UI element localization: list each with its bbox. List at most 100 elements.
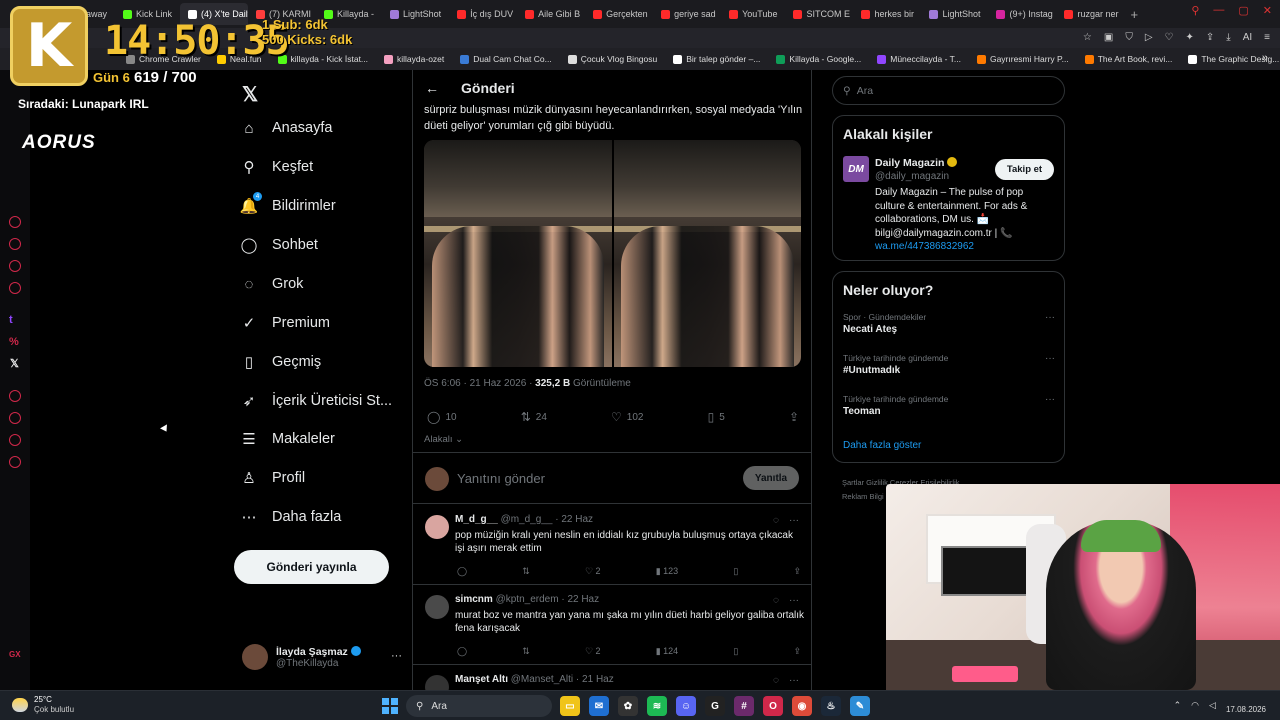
nav-item-search[interactable]: ⚲ Keşfet xyxy=(240,158,314,176)
show-more-link[interactable]: Daha fazla göster xyxy=(843,440,921,451)
close-icon[interactable]: ✕ xyxy=(1263,4,1272,17)
bookmark-icon[interactable]: ▯ xyxy=(733,566,738,577)
reply-author[interactable]: Manşet Altı xyxy=(455,674,508,685)
more-icon[interactable]: ··· xyxy=(1045,353,1055,364)
avatar[interactable]: DM xyxy=(843,156,869,182)
heart-icon[interactable]: ♡ xyxy=(1165,32,1174,43)
x-sidebar-icon[interactable]: 𝕏 xyxy=(10,357,19,370)
github-icon[interactable]: G xyxy=(705,696,725,716)
more-icon[interactable]: ··· xyxy=(789,595,799,606)
more-icon[interactable]: ··· xyxy=(789,515,799,526)
wifi-icon[interactable]: ◠ xyxy=(1191,700,1199,711)
reply-author[interactable]: simcnm xyxy=(455,594,493,605)
grok-icon[interactable]: ◌ xyxy=(773,675,779,686)
browser-tab[interactable]: İç dış DUV xyxy=(449,3,517,25)
search-tabs-icon[interactable]: ⚲ xyxy=(1191,4,1199,17)
bookmark-item[interactable]: Bir talep gönder –... xyxy=(667,54,766,64)
gx-icon[interactable]: GX xyxy=(9,650,21,659)
sort-dropdown[interactable]: Alakalı ⌄ xyxy=(424,434,463,445)
back-arrow-icon[interactable]: ← xyxy=(425,80,439,96)
clock-icon[interactable] xyxy=(9,412,21,424)
reply-tweet[interactable]: M_d_g__ @m_d_g__ · 22 Haz ◌ ··· pop müziğin… xyxy=(413,505,811,585)
nav-item-bookmark[interactable]: ▯ Geçmiş xyxy=(240,353,321,371)
bookmark-item[interactable]: Killayda - Google... xyxy=(770,54,867,64)
share-icon[interactable]: ⇪ xyxy=(793,646,801,657)
repost-icon[interactable]: ⇅ xyxy=(522,646,530,657)
chatgpt-icon[interactable]: ✿ xyxy=(618,696,638,716)
reply-input[interactable]: Yanıtını gönder xyxy=(457,471,545,486)
spotify-icon[interactable]: ≋ xyxy=(647,696,667,716)
tweet-photo-1[interactable] xyxy=(424,140,612,367)
messenger-icon[interactable] xyxy=(9,216,21,228)
slack-icon[interactable]: # xyxy=(734,696,754,716)
browser-tab[interactable]: Aile Gibi B xyxy=(517,3,585,25)
browser-tab[interactable]: ruzgar ner xyxy=(1056,3,1124,25)
share-icon[interactable]: ⇪ xyxy=(1206,32,1214,43)
browser-tab[interactable]: LightShot xyxy=(382,3,449,25)
like-action[interactable]: ♡ 102 xyxy=(611,410,643,424)
reply-tweet[interactable]: Manşet Altı @Manset_Alti · 21 Haz◌···◯⇅ … xyxy=(413,665,811,690)
post-button[interactable]: Gönderi yayınla xyxy=(234,550,389,584)
trend-item[interactable]: Türkiye tarihinde gündemde #Unutmadık ··· xyxy=(843,353,1055,376)
discord-icon[interactable]: ☺ xyxy=(676,696,696,716)
avatar[interactable] xyxy=(425,595,449,619)
chrome-icon[interactable]: ◉ xyxy=(792,696,812,716)
nav-item-bell[interactable]: 🔔 4 Bildirimler xyxy=(240,192,336,215)
taskbar-clock[interactable]: 17.08.2026 xyxy=(1226,695,1266,715)
views-icon[interactable]: ▮ 124 xyxy=(656,646,678,657)
menu-icon[interactable]: ≡ xyxy=(1264,32,1270,43)
bookmark-item[interactable]: Gayrıresmi Harry P... xyxy=(971,54,1075,64)
play-icon[interactable]: ▷ xyxy=(1145,32,1153,43)
bookmark-item[interactable]: Müneccilayda - T... xyxy=(871,54,967,64)
browser-tab[interactable]: (9+) Instag xyxy=(988,3,1056,25)
follow-button[interactable]: Takip et xyxy=(995,159,1054,180)
percent-icon[interactable]: % xyxy=(9,336,19,348)
reply-action[interactable]: ◯ 10 xyxy=(427,410,457,424)
bookmark-item[interactable]: Çocuk Vlog Bingosu xyxy=(562,54,664,64)
browser-tab[interactable]: LightShot xyxy=(921,3,988,25)
nav-item-premium[interactable]: ✓ Premium xyxy=(240,314,330,332)
nav-item-home[interactable]: ⌂ Anasayfa xyxy=(240,119,332,137)
bookmark-item[interactable]: Dual Cam Chat Co... xyxy=(454,54,557,64)
bookmark-item[interactable]: The Art Book, revi... xyxy=(1079,54,1179,64)
browser-tab[interactable]: SITCOM E xyxy=(785,3,853,25)
chat-bubble-icon[interactable] xyxy=(9,434,21,446)
repost-action[interactable]: ⇅ 24 xyxy=(521,410,547,424)
download-icon[interactable]: ⤓ xyxy=(1226,32,1230,43)
instagram-icon[interactable] xyxy=(9,260,21,272)
tweet-photo-2[interactable] xyxy=(613,140,801,367)
extensions-icon[interactable]: ✦ xyxy=(1186,32,1194,43)
more-icon[interactable]: ··· xyxy=(391,650,402,662)
taskbar-search[interactable]: ⚲ Ara xyxy=(406,695,552,717)
grok-icon[interactable]: ◌ xyxy=(773,595,779,606)
share-icon[interactable]: ⇪ xyxy=(793,566,801,577)
bookmark-item[interactable]: killayda-ozet xyxy=(378,54,450,64)
nav-item-chat[interactable]: ◯ Sohbet xyxy=(240,236,318,254)
heart-icon[interactable]: ♡ 2 xyxy=(585,566,601,577)
file-explorer-icon[interactable]: ▭ xyxy=(560,696,580,716)
ai-icon[interactable]: AI xyxy=(1243,32,1252,43)
trend-item[interactable]: Spor · Gündemdekiler Necati Ateş ··· xyxy=(843,312,1055,335)
trend-item[interactable]: Türkiye tarihinde gündemde Teoman ··· xyxy=(843,394,1055,417)
browser-tab[interactable]: Gerçekten xyxy=(585,3,653,25)
history-icon[interactable] xyxy=(9,390,21,402)
reply-date[interactable]: 22 Haz xyxy=(561,514,593,525)
notepad-icon[interactable]: ✎ xyxy=(850,696,870,716)
reply-icon[interactable]: ◯ xyxy=(457,566,467,577)
account-switcher[interactable]: İlayda Şaşmaz @TheKillayda ··· xyxy=(242,644,402,670)
search-input[interactable]: ⚲ Ara xyxy=(832,76,1065,105)
reply-button[interactable]: Yanıtla xyxy=(743,466,799,490)
minimize-icon[interactable]: — xyxy=(1213,4,1224,17)
x-logo-icon[interactable]: 𝕏 xyxy=(242,82,258,107)
volume-icon[interactable]: ◁ xyxy=(1209,700,1216,711)
nav-item-grok[interactable]: ◌ Grok xyxy=(240,275,304,293)
grok-icon[interactable]: ◌ xyxy=(773,515,779,526)
reply-author[interactable]: M_d_g__ xyxy=(455,514,498,525)
screenshot-icon[interactable]: ▣ xyxy=(1104,32,1113,43)
repost-icon[interactable]: ⇅ xyxy=(522,566,530,577)
share-action[interactable]: ⇪ xyxy=(789,410,799,424)
bookmarks-overflow-icon[interactable]: » xyxy=(1262,52,1268,64)
start-button[interactable] xyxy=(382,698,398,714)
person-name[interactable]: Daily Magazin xyxy=(875,157,958,169)
whatsapp-icon[interactable] xyxy=(9,238,21,250)
